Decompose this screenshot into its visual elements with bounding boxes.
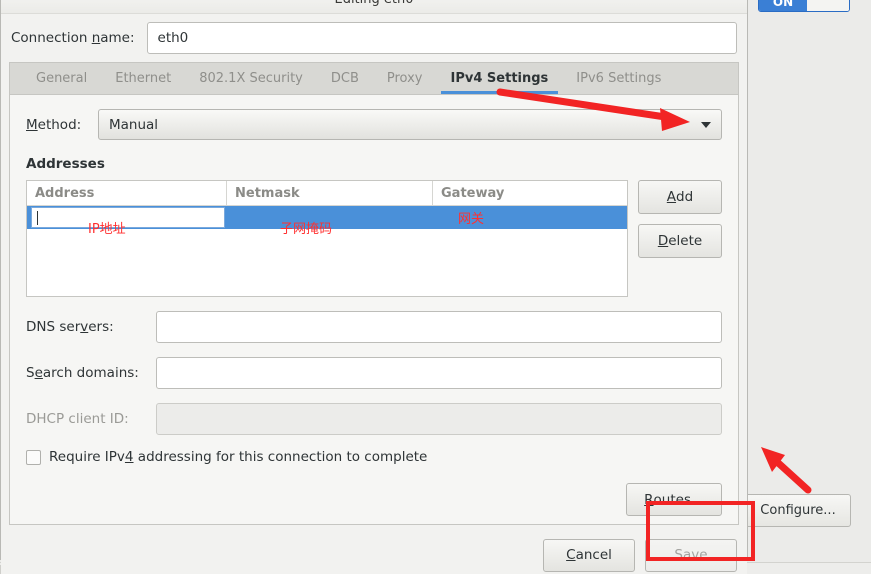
network-enable-toggle[interactable]: ON — [758, 0, 850, 12]
addresses-table[interactable]: Address Netmask Gateway — [26, 180, 628, 297]
dialog-action-bar: Cancel Save — [1, 525, 747, 574]
method-row: Method: Manual — [26, 109, 722, 140]
tab-proxy[interactable]: Proxy — [373, 63, 437, 94]
tab-8021x-security[interactable]: 802.1X Security — [185, 63, 317, 94]
tab-ipv6-settings[interactable]: IPv6 Settings — [562, 63, 675, 94]
dns-servers-input[interactable] — [156, 311, 722, 343]
chevron-down-icon — [701, 121, 711, 128]
toggle-off-track — [807, 0, 849, 11]
tab-dcb[interactable]: DCB — [317, 63, 373, 94]
dns-servers-label: DNS servers: — [26, 319, 114, 335]
tab-general[interactable]: General — [22, 63, 101, 94]
addresses-buttons: Add Delete — [638, 180, 722, 268]
dialog-titlebar: Editing eth0 — [1, 0, 747, 14]
editing-connection-dialog: Editing eth0 Connection name: eth0 Gener… — [0, 0, 748, 574]
method-value: Manual — [109, 116, 159, 133]
toggle-on-label: ON — [759, 0, 807, 11]
dhcp-client-id-label: DHCP client ID: — [26, 411, 129, 427]
table-row[interactable] — [27, 206, 627, 229]
ipv4-settings-panel: Method: Manual Addresses Address Netmask… — [9, 94, 739, 525]
tab-ipv4-settings[interactable]: IPv4 Settings — [437, 63, 563, 95]
address-cell-editor[interactable] — [31, 207, 225, 228]
dialog-title: Editing eth0 — [334, 0, 413, 7]
text-caret — [37, 210, 38, 225]
column-header-address: Address — [27, 181, 227, 205]
routes-button[interactable]: Routes... — [626, 483, 722, 516]
require-ipv4-row[interactable]: Require IPv4 addressing for this connect… — [26, 449, 722, 465]
connection-name-input[interactable]: eth0 — [146, 22, 737, 54]
configure-button[interactable]: Configure... — [745, 494, 851, 527]
method-dropdown[interactable]: Manual — [98, 109, 722, 140]
add-address-button[interactable]: Add — [638, 180, 722, 214]
save-button[interactable]: Save — [645, 538, 737, 572]
require-ipv4-label: Require IPv4 addressing for this connect… — [49, 449, 428, 465]
tab-ethernet[interactable]: Ethernet — [101, 63, 185, 94]
dhcp-client-id-input — [156, 403, 722, 435]
addresses-area: Address Netmask Gateway Add Delete — [26, 180, 722, 297]
delete-address-button[interactable]: Delete — [638, 224, 722, 258]
column-header-netmask: Netmask — [227, 181, 433, 205]
dns-servers-row: DNS servers: — [26, 311, 722, 343]
addresses-heading: Addresses — [26, 156, 105, 172]
method-label: Method: — [26, 116, 82, 133]
connection-name-label: Connection name: — [11, 30, 135, 46]
netmask-gateway-cells[interactable] — [225, 206, 627, 229]
cancel-button[interactable]: Cancel — [543, 538, 635, 572]
settings-tabbar: General Ethernet 802.1X Security DCB Pro… — [9, 62, 739, 95]
require-ipv4-checkbox[interactable] — [26, 449, 41, 465]
search-domains-label: Search domains: — [26, 365, 139, 381]
dhcp-client-id-row: DHCP client ID: — [26, 403, 722, 435]
column-header-gateway: Gateway — [441, 185, 505, 201]
addresses-table-header: Address Netmask Gateway — [27, 181, 627, 206]
routes-row: Routes... — [26, 483, 722, 516]
connection-name-row: Connection name: eth0 — [1, 14, 747, 62]
search-domains-input[interactable] — [156, 357, 722, 389]
search-domains-row: Search domains: — [26, 357, 722, 389]
